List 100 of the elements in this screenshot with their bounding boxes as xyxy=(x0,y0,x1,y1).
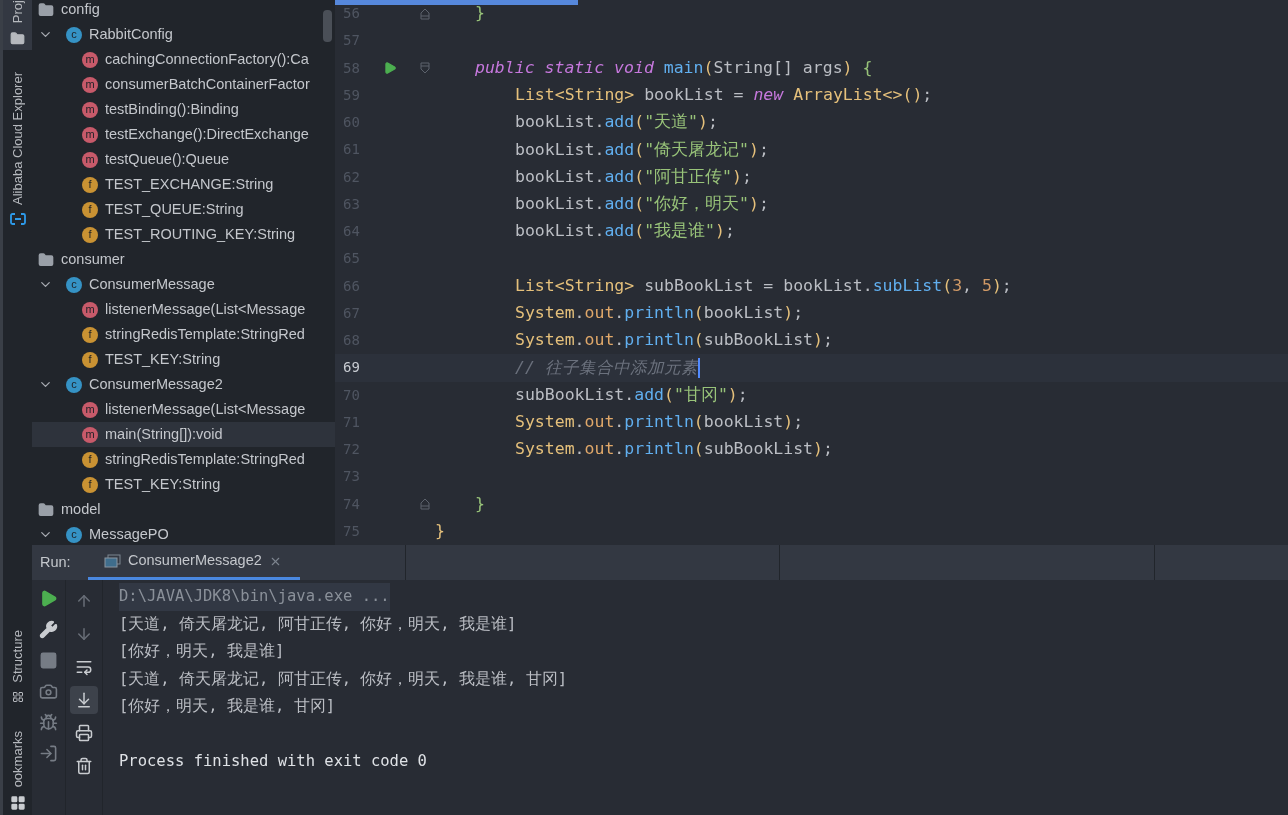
wrench-icon[interactable] xyxy=(39,620,58,639)
method-icon: m xyxy=(82,76,98,93)
code-text: System.out.println(subBookList); xyxy=(515,438,833,461)
code-text: System.out.println(subBookList); xyxy=(515,329,833,352)
console-line: [天道, 倚天屠龙记, 阿甘正传, 你好，明天, 我是谁] xyxy=(119,613,517,635)
wrap-icon xyxy=(75,658,93,676)
tree-item[interactable]: c ConsumerMessage xyxy=(32,272,335,297)
run-label: Run: xyxy=(39,552,72,572)
folder-icon xyxy=(38,251,54,268)
tree-label: main(String[]):void xyxy=(105,424,223,444)
folder-icon xyxy=(10,31,25,47)
class-icon: c xyxy=(66,376,82,393)
tree-item[interactable]: f stringRedisTemplate:StringRed xyxy=(32,322,335,347)
printer-icon xyxy=(75,724,93,742)
code-text: } xyxy=(475,2,485,25)
code-text: List<String> bookList = new ArrayList<>(); xyxy=(515,84,933,106)
tree-item[interactable]: c RabbitConfig xyxy=(32,22,335,47)
tree-label: testBinding():Binding xyxy=(105,99,239,119)
console-icon xyxy=(104,554,121,568)
tree-label: TEST_ROUTING_KEY:String xyxy=(105,224,296,244)
tree-item[interactable]: f TEST_KEY:String xyxy=(32,472,335,497)
tree-item[interactable]: f TEST_ROUTING_KEY:String xyxy=(32,222,335,247)
tree-label: consumer xyxy=(61,249,125,269)
method-icon: m xyxy=(82,301,98,318)
tool-window-tab[interactable]: Proj xyxy=(3,0,32,51)
tree-item[interactable]: m testBinding():Binding xyxy=(32,97,335,122)
code-text: subBookList.add("甘冈"); xyxy=(515,383,748,406)
code-text: bookList.add("天道"); xyxy=(515,111,718,134)
tree-item[interactable]: m listenerMessage(List<Message xyxy=(32,297,335,322)
tree-label: listenerMessage(List<Message xyxy=(105,299,306,319)
tree-label: MessagePO xyxy=(89,524,169,544)
tree-item[interactable]: config xyxy=(32,0,335,22)
tree-item[interactable]: m listenerMessage(List<Message xyxy=(32,397,335,422)
console-line: Process finished with exit code 0 xyxy=(119,750,427,772)
class-icon: c xyxy=(66,276,82,293)
code-text: public static void main(String[] args) { xyxy=(475,56,873,79)
method-icon: m xyxy=(82,426,98,443)
trash-icon xyxy=(75,757,93,775)
tree-item[interactable]: m testExchange():DirectExchange xyxy=(32,122,335,147)
tree-item[interactable]: f TEST_KEY:String xyxy=(32,347,335,372)
tool-window-tab[interactable]: Alibaba Cloud Explorer xyxy=(3,68,32,230)
code-text: System.out.println(bookList); xyxy=(515,302,804,324)
tree-item[interactable]: c ConsumerMessage2 xyxy=(32,372,335,397)
method-icon: m xyxy=(82,126,98,143)
line-number: 69 xyxy=(342,358,361,378)
tree-label: ConsumerMessage2 xyxy=(89,374,223,394)
tree-item[interactable]: c MessagePO xyxy=(32,522,335,545)
tree-label: TEST_EXCHANGE:String xyxy=(105,174,274,194)
tree-label: RabbitConfig xyxy=(89,24,173,44)
camera-icon[interactable] xyxy=(39,682,58,701)
scroll-to-end-icon xyxy=(75,691,93,709)
bug-icon[interactable] xyxy=(39,713,58,732)
console-line: [你好，明天, 我是谁] xyxy=(119,641,285,662)
console-line: [天道, 倚天屠龙记, 阿甘正传, 你好，明天, 我是谁, 甘冈] xyxy=(119,668,567,690)
tree-label: testExchange():DirectExchange xyxy=(105,124,309,144)
grid-icon[interactable] xyxy=(9,795,26,811)
tree-label: consumerBatchContainerFactor xyxy=(105,74,310,94)
tree-label: TEST_KEY:String xyxy=(105,349,221,369)
tree-label: stringRedisTemplate:StringRed xyxy=(105,449,305,469)
run-icon[interactable] xyxy=(383,61,397,76)
tree-item[interactable]: m main(String[]):void xyxy=(32,422,335,447)
run-tab[interactable]: ConsumerMessage2 xyxy=(88,545,300,580)
tree-item[interactable]: f TEST_QUEUE:String xyxy=(32,197,335,222)
text-cursor xyxy=(697,357,700,378)
tree-label: testQueue():Queue xyxy=(105,149,230,169)
class-icon: c xyxy=(66,26,82,43)
scrollbar-thumb[interactable] xyxy=(323,10,332,42)
folder-icon xyxy=(38,501,54,518)
tool-window-tab[interactable]: Structure xyxy=(7,625,28,727)
field-icon: f xyxy=(82,201,98,218)
field-icon: f xyxy=(82,326,98,343)
tree-label: model xyxy=(61,499,101,519)
field-icon: f xyxy=(82,451,98,468)
method-icon: m xyxy=(82,51,98,68)
field-icon: f xyxy=(82,226,98,243)
method-icon: m xyxy=(82,401,98,418)
method-icon: m xyxy=(82,151,98,168)
exit-icon[interactable] xyxy=(39,744,58,763)
stop-icon[interactable] xyxy=(39,651,58,670)
console-line: [你好，明天, 我是谁, 甘冈] xyxy=(119,696,335,717)
code-text: bookList.add("倚天屠龙记"); xyxy=(515,138,769,161)
tree-label: ConsumerMessage xyxy=(89,274,215,294)
tree-item[interactable]: m testQueue():Queue xyxy=(32,147,335,172)
code-text: System.out.println(bookList); xyxy=(515,411,804,433)
tool-window-tab[interactable]: ookmarks xyxy=(7,726,28,791)
folder-icon xyxy=(38,1,54,18)
code-text: } xyxy=(435,520,445,542)
tree-item[interactable]: consumer xyxy=(32,247,335,272)
tree-item[interactable]: f TEST_EXCHANGE:String xyxy=(32,172,335,197)
code-text: List<String> subBookList = bookList.subList(3, 5); xyxy=(515,274,1012,297)
tree-label: TEST_KEY:String xyxy=(105,474,221,494)
down-arrow-icon xyxy=(75,625,93,643)
tree-item[interactable]: m consumerBatchContainerFactor xyxy=(32,72,335,97)
tab-scrollbar[interactable] xyxy=(335,0,578,5)
tree-item[interactable]: model xyxy=(32,497,335,522)
scroll-to-end-button[interactable] xyxy=(70,686,98,714)
tree-item[interactable]: m cachingConnectionFactory():Ca xyxy=(32,47,335,72)
method-icon: m xyxy=(82,101,98,118)
tree-item[interactable]: f stringRedisTemplate:StringRed xyxy=(32,447,335,472)
play-icon[interactable] xyxy=(39,589,58,608)
